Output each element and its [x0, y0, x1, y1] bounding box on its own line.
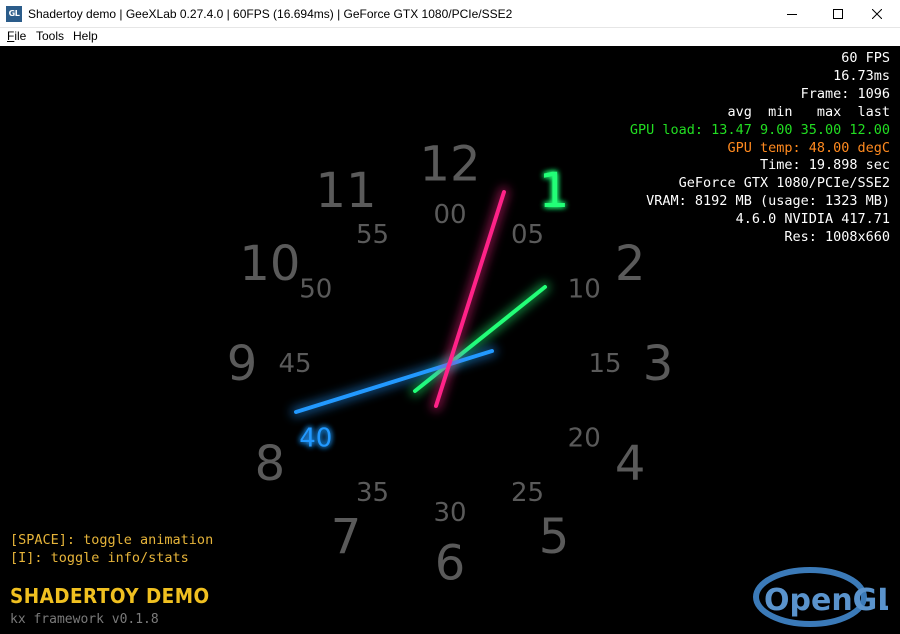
minute-number-00: 00 [433, 200, 466, 230]
minute-number-30: 30 [433, 498, 466, 528]
framework-version: kx framework v0.1.8 [10, 612, 159, 627]
minute-number-50: 50 [299, 275, 332, 305]
hour-number-3: 3 [643, 336, 674, 392]
hour-number-7: 7 [331, 509, 362, 565]
stats-fps: 60 FPS [841, 50, 890, 66]
window-title: Shadertoy demo | GeeXLab 0.27.4.0 | 60FP… [28, 7, 513, 21]
minute-number-10: 10 [568, 275, 601, 305]
minimize-button[interactable] [769, 0, 815, 28]
menu-bar: File Tools Help [0, 28, 900, 46]
hour-number-6: 6 [435, 536, 466, 592]
stats-gpu-name: GeForce GTX 1080/PCIe/SSE2 [678, 175, 890, 192]
hour-number-8: 8 [255, 436, 286, 492]
minute-number-55: 55 [356, 220, 389, 250]
stats-vram: VRAM: 8192 MB (usage: 1323 MB) [646, 193, 890, 210]
minute-number-35: 35 [356, 478, 389, 508]
geexlab-app-icon: GL [6, 6, 22, 22]
help-space: [SPACE]: toggle animation [10, 532, 214, 548]
hour-hand [410, 282, 550, 396]
hour-number-9: 9 [227, 336, 258, 392]
minute-number-25: 25 [511, 478, 544, 508]
stats-frame: Frame: 1096 [800, 85, 890, 102]
minimize-icon [787, 14, 797, 15]
hour-number-12: 12 [419, 136, 480, 192]
opengl-logo: OpenGL [753, 567, 888, 627]
minute-number-05: 05 [511, 220, 544, 250]
stats-res: Res: 1008x660 [784, 229, 890, 246]
maximize-icon [833, 9, 843, 19]
hour-number-11: 11 [315, 163, 376, 219]
hour-number-5: 5 [539, 509, 570, 565]
stats-time: Time: 19.898 sec [759, 157, 890, 174]
minute-number-15: 15 [588, 349, 621, 379]
render-viewport[interactable]: 12 1 2 3 4 5 6 7 8 9 10 11 00 05 10 15 20 25 30 35 40 45 50 55… [0, 46, 900, 634]
demo-title: SHADERTOY DEMO [10, 584, 210, 608]
menu-file[interactable]: File [7, 29, 26, 43]
menu-help[interactable]: Help [73, 29, 98, 43]
minute-number-40: 40 [299, 423, 332, 453]
stats-gpu-temp: GPU temp: 48.00 degC [727, 139, 890, 156]
hour-number-10: 10 [239, 236, 300, 292]
help-text: [SPACE]: toggle animation [I]: toggle inf… [10, 531, 213, 567]
stats-panel: 60 FPS 16.73ms Frame: 1096 avg min max last… [630, 50, 890, 247]
close-button[interactable] [854, 0, 900, 28]
stats-ms: 16.73ms [833, 67, 890, 84]
opengl-logo-text: OpenGL [764, 583, 888, 618]
hour-number-4: 4 [615, 436, 646, 492]
stats-gpu-load: GPU load: 13.47 9.00 35.00 12.00 [629, 121, 890, 138]
minute-number-45: 45 [278, 349, 311, 379]
stats-header: avg min max last [727, 103, 890, 120]
close-icon [872, 9, 882, 19]
menu-tools[interactable]: Tools [36, 29, 64, 43]
title-bar[interactable]: GL Shadertoy demo | GeeXLab 0.27.4.0 | 6… [0, 0, 900, 28]
hour-number-1: 1 [539, 163, 570, 219]
stats-driver: 4.6.0 NVIDIA 417.71 [735, 211, 890, 228]
minute-number-20: 20 [568, 423, 601, 453]
minute-hand [291, 346, 497, 417]
help-info: [I]: toggle info/stats [10, 550, 189, 566]
